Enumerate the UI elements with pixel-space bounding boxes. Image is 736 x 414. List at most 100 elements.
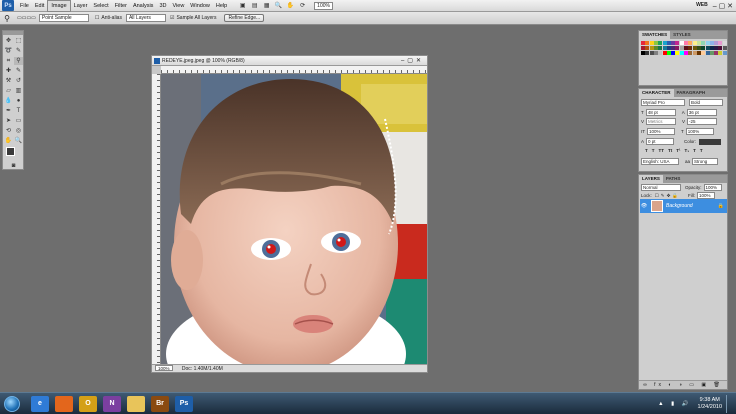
hand-tool-icon[interactable]: ✋	[286, 2, 295, 10]
tab-paths[interactable]: PATHS	[663, 175, 684, 183]
history-brush-icon[interactable]: ↺	[14, 77, 23, 85]
lock-icons[interactable]: ☐✎✥🔒	[655, 193, 680, 199]
text-style-button[interactable]: T₁	[685, 148, 690, 153]
visibility-eye-icon[interactable]: 👁	[640, 203, 648, 209]
document-window-controls[interactable]: –▢✕	[401, 56, 424, 66]
eyedropper-tool-icon[interactable]: ⚲	[14, 57, 23, 65]
lasso-tool-icon[interactable]: ➰	[4, 47, 13, 55]
eraser-tool-icon[interactable]: ▱	[4, 87, 13, 95]
menu-layer[interactable]: Layer	[71, 0, 91, 12]
crop-tool-icon[interactable]: ⌗	[4, 57, 13, 65]
pen-tool-icon[interactable]: ✒	[4, 107, 13, 115]
text-style-button[interactable]: T	[652, 148, 655, 153]
dodge-tool-icon[interactable]: ●	[14, 97, 23, 105]
fill-field[interactable]: 100%	[696, 192, 715, 199]
start-button[interactable]	[4, 395, 20, 412]
marquee-tool-icon[interactable]: ⬚	[14, 37, 23, 45]
photoshop-icon[interactable]: Ps	[175, 395, 193, 412]
show-desktop-button[interactable]	[726, 395, 732, 413]
clone-stamp-icon[interactable]: ⚒	[4, 77, 13, 85]
tray-icons[interactable]: ▲ ▮ 🔊	[658, 401, 691, 407]
document-zoom-field[interactable]: 100%	[155, 365, 173, 371]
minibridge-icon[interactable]: ▤	[250, 2, 259, 10]
text-style-button[interactable]: Tt	[668, 148, 672, 153]
text-style-button[interactable]: T	[645, 148, 648, 153]
quick-mask-icon[interactable]: ◙	[9, 162, 18, 170]
tab-layers[interactable]: LAYERS	[639, 175, 663, 183]
tab-paragraph[interactable]: PARAGRAPH	[674, 89, 709, 97]
selection-mode-icons[interactable]: ▭▭▭▭	[17, 15, 36, 21]
font-size-field[interactable]: 48 pt	[645, 109, 676, 116]
text-style-button[interactable]: T	[700, 148, 703, 153]
move-tool-icon[interactable]: ✥	[4, 37, 13, 45]
menu-edit[interactable]: Edit	[32, 0, 47, 12]
menu-filter[interactable]: Filter	[112, 0, 130, 12]
language-select[interactable]: English: USA	[641, 158, 679, 165]
anti-alias-checkbox[interactable]: ☐	[95, 15, 99, 21]
menu-analysis[interactable]: Analysis	[130, 0, 156, 12]
document-tab[interactable]: REDEYE.jpeg.jpeg @ 100% (RGB/8) –▢✕	[152, 56, 427, 66]
extras-icon[interactable]: ▦	[262, 2, 271, 10]
gradient-tool-icon[interactable]: ▥	[14, 87, 23, 95]
eyedropper-tool-icon[interactable]: ⚲	[0, 14, 14, 23]
opacity-field[interactable]: 100%	[703, 184, 722, 191]
folder-icon[interactable]	[127, 395, 145, 412]
zoom-tool-icon[interactable]: 🔍	[14, 137, 23, 145]
bridge-launch-icon[interactable]: ▣	[238, 2, 247, 10]
horizontal-ruler[interactable]	[161, 66, 427, 74]
outlook-icon[interactable]: O	[79, 395, 97, 412]
layer-row-background[interactable]: 👁 Background 🔒	[640, 199, 727, 213]
tab-styles[interactable]: STYLES	[670, 31, 694, 39]
image-canvas[interactable]	[161, 74, 427, 365]
menu-select[interactable]: Select	[90, 0, 111, 12]
onenote-icon[interactable]: N	[103, 395, 121, 412]
blend-mode-select[interactable]: Normal	[641, 184, 681, 191]
layers-select[interactable]: All Layers	[125, 14, 166, 22]
brush-tool-icon[interactable]: ✎	[14, 67, 23, 75]
zoom-level-icon[interactable]: 🔍	[274, 2, 283, 10]
3d-orbit-icon[interactable]: ◎	[14, 127, 23, 135]
menu-window[interactable]: Window	[187, 0, 213, 12]
workspace-select[interactable]: WEB	[694, 2, 710, 10]
color-swatch[interactable]	[722, 51, 727, 55]
menu-file[interactable]: File	[17, 0, 32, 12]
menu-3d[interactable]: 3D	[156, 0, 169, 12]
sample-all-checkbox[interactable]: ☑	[170, 15, 174, 21]
text-style-button[interactable]: T¹	[676, 148, 680, 153]
text-style-button[interactable]: T	[693, 148, 696, 153]
font-family-select[interactable]: Myriad Pro	[641, 99, 685, 106]
leading-field[interactable]: 36 pt	[686, 109, 717, 116]
horizontal-scale-field[interactable]: 100%	[685, 128, 714, 135]
foreground-color-swatch[interactable]	[6, 147, 15, 156]
tab-character[interactable]: CHARACTER	[639, 89, 674, 97]
hand-tool-icon[interactable]: ✋	[4, 137, 13, 145]
sample-size-select[interactable]: Point Sample	[38, 14, 89, 22]
healing-brush-icon[interactable]: ✚	[4, 67, 13, 75]
layers-footer-buttons[interactable]: ∞ fx ◐ ◑ ▭ ▣ 🗑	[639, 380, 727, 389]
baseline-shift-field[interactable]: 0 pt	[646, 138, 675, 145]
text-style-button[interactable]: TT	[659, 148, 665, 153]
vertical-ruler[interactable]	[152, 74, 161, 365]
text-color-swatch[interactable]	[699, 138, 722, 145]
tracking-field[interactable]: -25	[687, 118, 718, 125]
window-controls[interactable]: – ▢ ✕	[713, 2, 733, 10]
blur-tool-icon[interactable]: 💧	[4, 97, 13, 105]
tab-swatches[interactable]: SWATCHES	[639, 31, 671, 39]
antialias-select[interactable]: Strong	[692, 158, 719, 165]
menu-help[interactable]: Help	[213, 0, 230, 12]
menu-image[interactable]: Image	[47, 0, 71, 12]
rotate-view-icon[interactable]: ⟳	[298, 2, 307, 10]
color-swatch[interactable]	[722, 41, 727, 45]
type-tool-icon[interactable]: T	[14, 107, 23, 115]
path-select-icon[interactable]: ➤	[4, 117, 13, 125]
shape-tool-icon[interactable]: ▭	[14, 117, 23, 125]
font-style-select[interactable]: Bold	[689, 99, 723, 106]
quick-select-tool-icon[interactable]: ✎	[14, 47, 23, 55]
clock[interactable]: 9:38 AM 1/24/2010	[698, 397, 722, 411]
bridge-icon[interactable]: Br	[151, 395, 169, 412]
color-swatch[interactable]	[722, 46, 727, 50]
ie-icon[interactable]: e	[31, 395, 49, 412]
firefox-icon[interactable]	[55, 395, 73, 412]
vertical-scale-field[interactable]: 100%	[647, 128, 675, 135]
3d-rotate-icon[interactable]: ⟲	[4, 127, 13, 135]
